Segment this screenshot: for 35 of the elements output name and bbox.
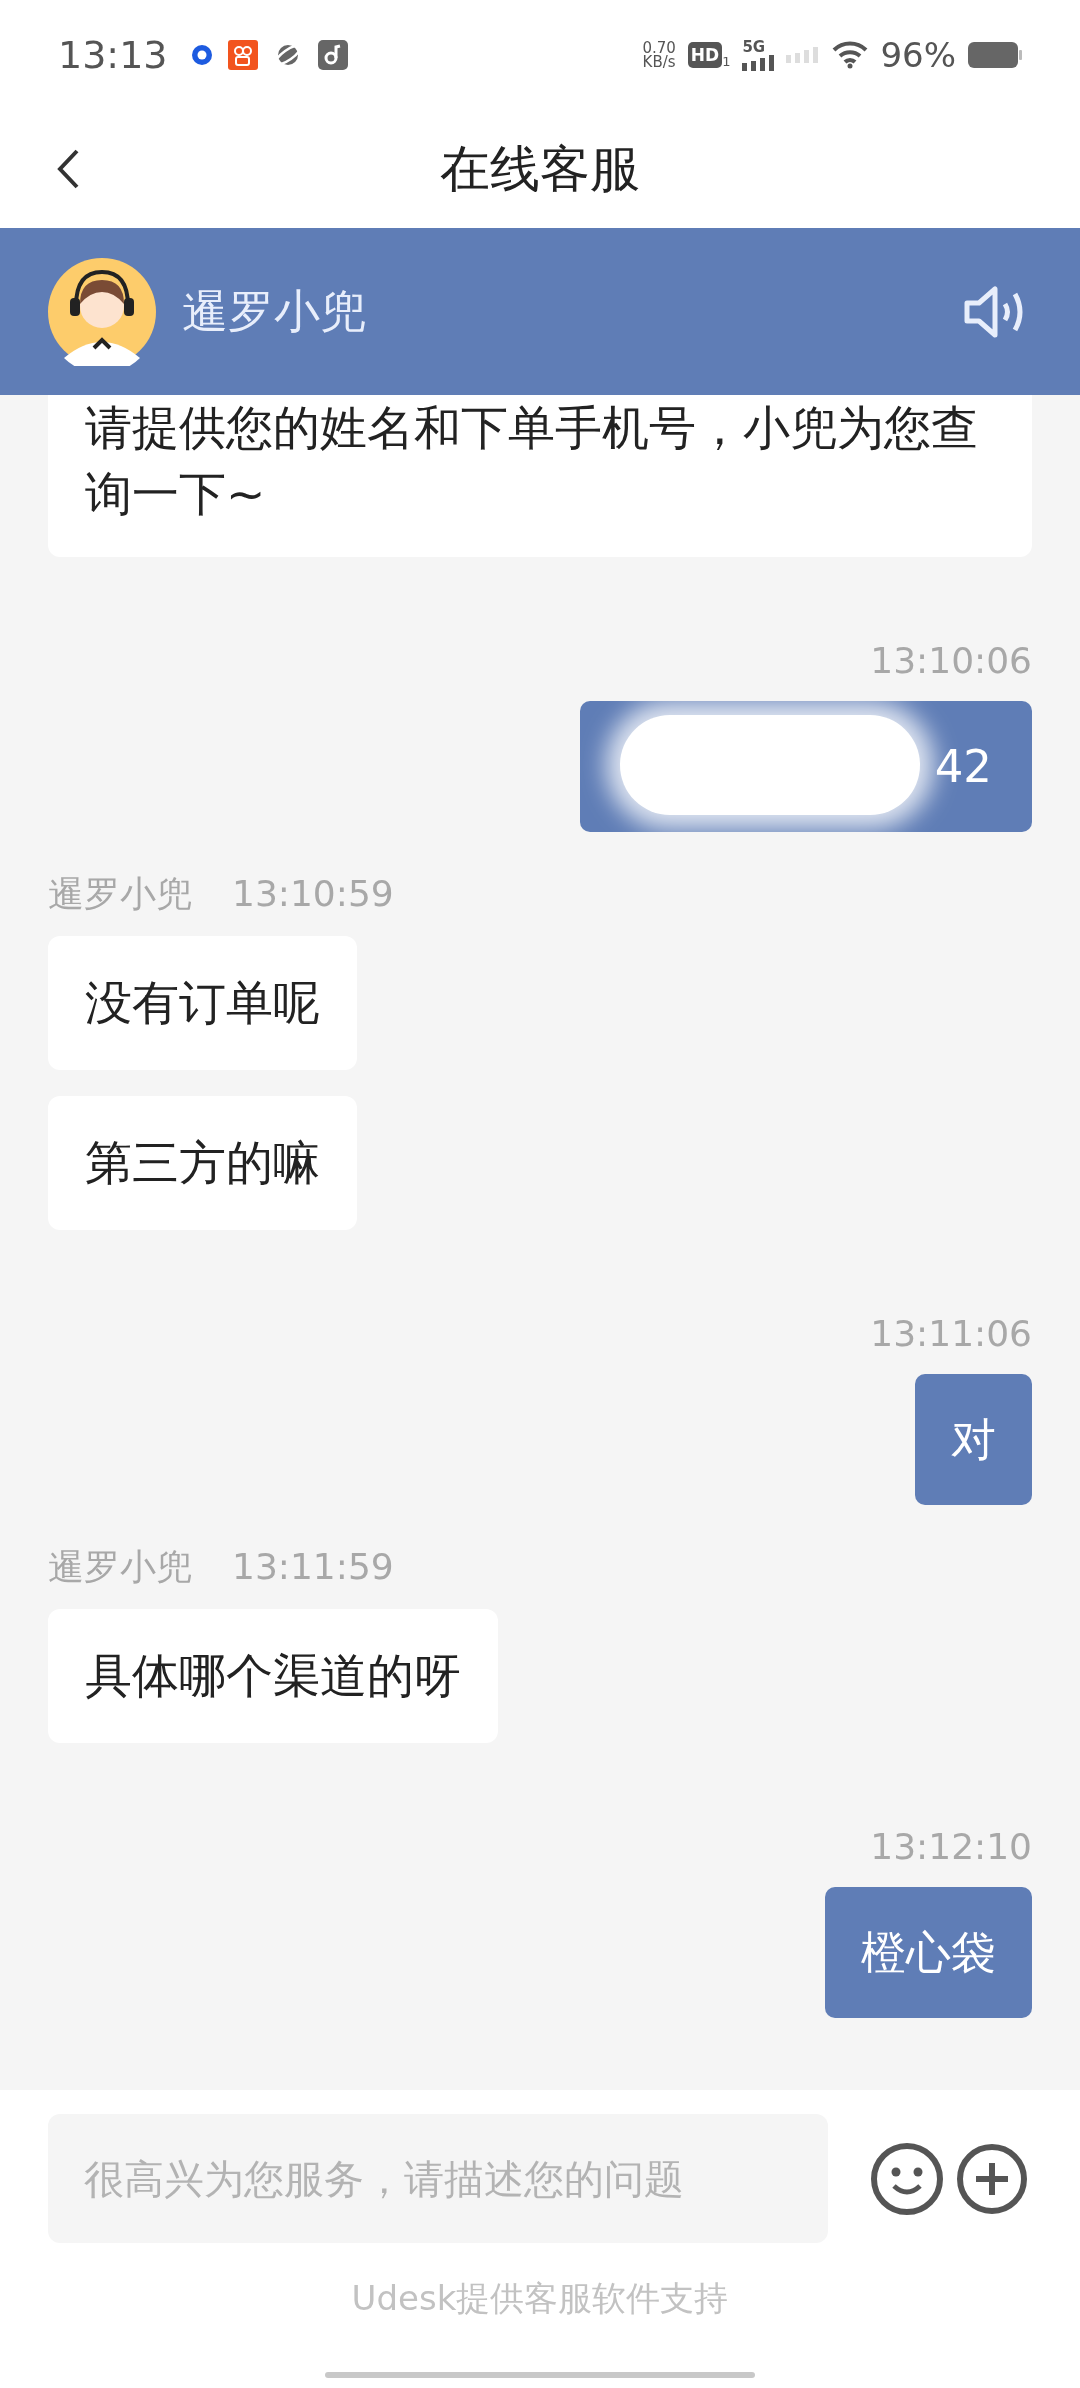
message-text: 42 [934,738,992,795]
timestamp: 13:10:59 [232,872,394,916]
message-input[interactable]: 很高兴为您服务，请描述您的问题 [48,2114,828,2243]
timestamp: 13:10:06 [870,639,1032,683]
status-time: 13:13 [58,31,168,79]
message-bubble: 没有订单呢 [48,936,357,1070]
timestamp: 13:12:10 [870,1825,1032,1869]
camera-app-icon [227,40,258,70]
agent-name: 暹罗小兜 [48,872,192,916]
agent-name: 暹罗小兜 [48,1545,192,1589]
message-bubble: 具体哪个渠道的呀 [48,1609,498,1743]
timestamp: 13:11:59 [232,1545,394,1589]
sim-index: 1 [722,55,731,68]
agent-name: 暹罗小兜 [182,283,366,340]
battery-icon [968,42,1022,68]
net-speed-value: 0.70 [642,41,676,55]
signal-icon [786,47,821,63]
page-title: 在线客服 [440,138,640,200]
signal-icon [742,54,775,71]
message-bubble: 请提供您的姓名和下单手机号，小兜为您查询一下~ [48,395,1032,557]
message-bubble: 对 [915,1374,1032,1505]
app-icon [189,43,214,67]
net-speed-unit: KB/s [642,55,676,69]
hd-badge: HD [687,42,723,68]
timestamp: 13:11:06 [870,1312,1032,1356]
add-icon[interactable] [956,2142,1028,2215]
footer-credit: Udesk提供客服软件支持 [351,2277,729,2320]
music-app-icon [317,40,348,70]
wifi-icon [832,41,869,69]
back-icon [56,148,80,190]
message-bubble: 第三方的嘛 [48,1096,357,1230]
battery-percent: 96% [880,33,956,77]
emoji-icon[interactable] [870,2141,944,2216]
network-type: 5G [742,39,767,55]
message-bubble: 橙心袋 [825,1887,1032,2018]
